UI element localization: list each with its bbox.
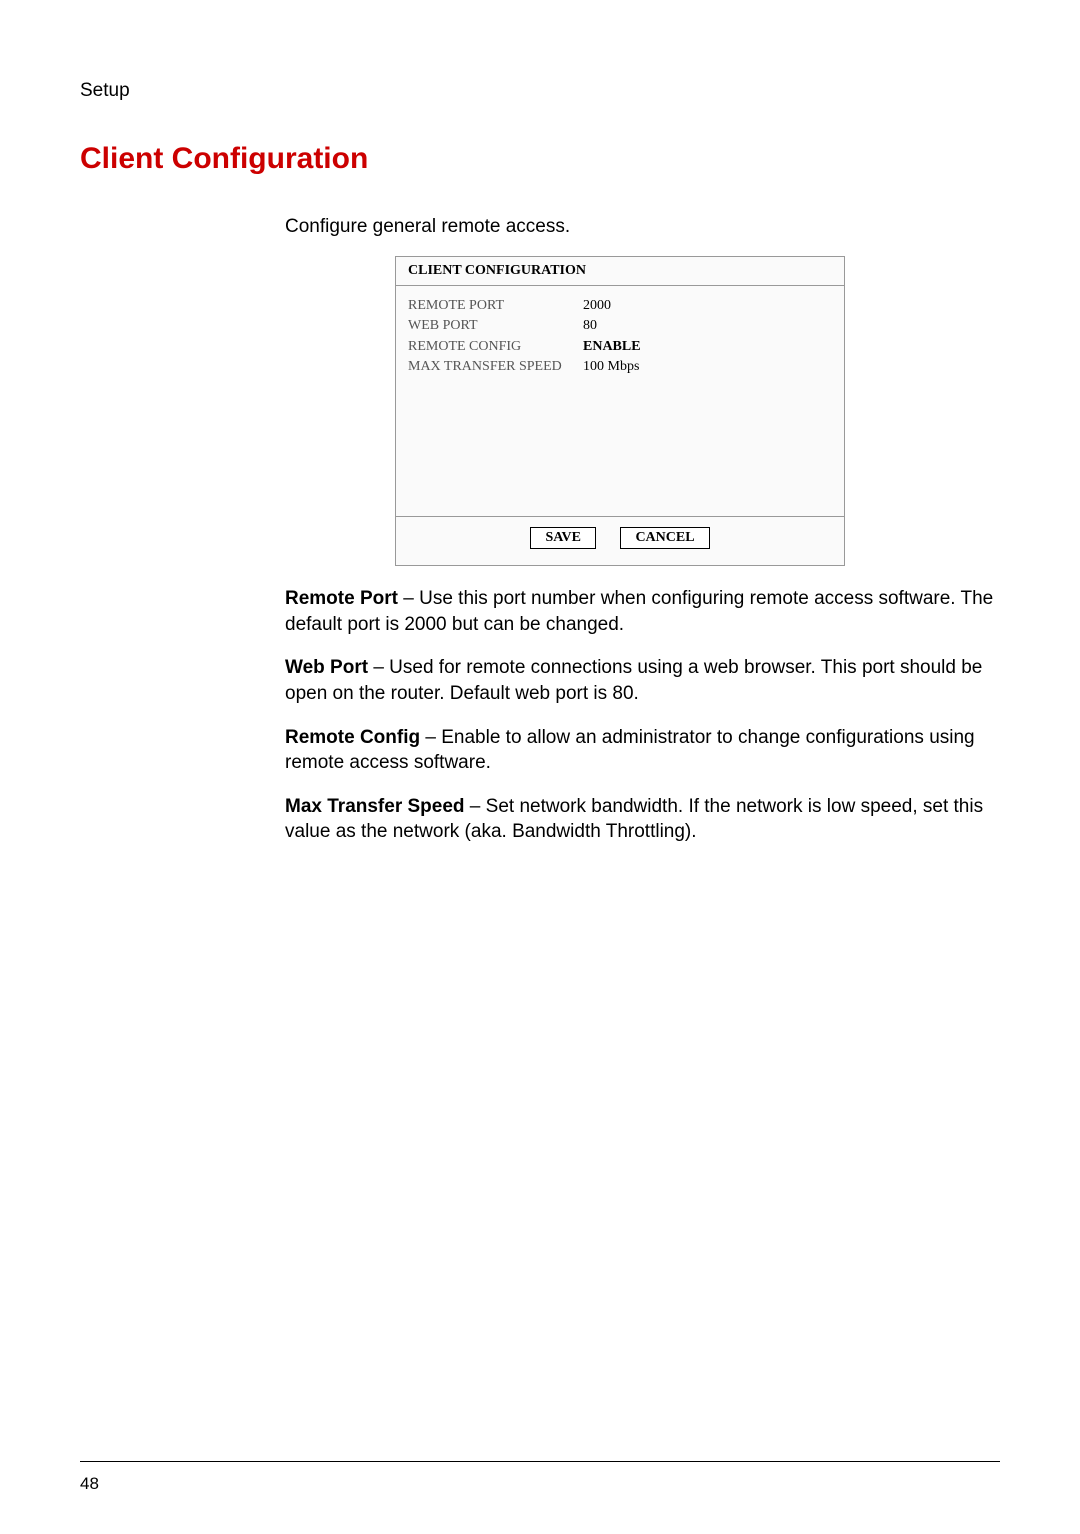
footer-divider [80, 1461, 1000, 1462]
dialog-row-max-transfer: MAX TRANSFER SPEED 100 Mbps [408, 357, 832, 377]
def-web-port: Web Port – Used for remote connections u… [285, 655, 1000, 706]
def-term: Remote Config [285, 727, 420, 748]
cancel-button[interactable]: CANCEL [620, 527, 709, 549]
dialog-title: CLIENT CONFIGURATION [396, 257, 844, 286]
def-term: Max Transfer Speed [285, 796, 465, 817]
definitions: Remote Port – Use this port number when … [285, 586, 1000, 845]
dialog-label: REMOTE PORT [408, 296, 583, 316]
dialog-label: MAX TRANSFER SPEED [408, 357, 583, 377]
save-button[interactable]: SAVE [530, 527, 596, 549]
footer: 48 [80, 1461, 1000, 1494]
def-remote-port: Remote Port – Use this port number when … [285, 586, 1000, 637]
def-max-transfer: Max Transfer Speed – Set network bandwid… [285, 794, 1000, 845]
dialog-row-remote-config: REMOTE CONFIG ENABLE [408, 337, 832, 357]
header-section: Setup [80, 80, 1000, 102]
def-term: Web Port [285, 657, 368, 678]
dialog-body: REMOTE PORT 2000 WEB PORT 80 REMOTE CONF… [396, 286, 844, 517]
def-remote-config: Remote Config – Enable to allow an admin… [285, 725, 1000, 776]
dialog-label: WEB PORT [408, 316, 583, 336]
dialog-value[interactable]: 80 [583, 316, 597, 336]
dialog-value[interactable]: ENABLE [583, 337, 641, 357]
client-config-dialog: CLIENT CONFIGURATION REMOTE PORT 2000 WE… [395, 256, 845, 566]
def-term: Remote Port [285, 588, 398, 609]
page-number: 48 [80, 1474, 1000, 1494]
dialog-buttons: SAVE CANCEL [396, 517, 844, 565]
def-text: – Used for remote connections using a we… [285, 657, 982, 704]
dialog-label: REMOTE CONFIG [408, 337, 583, 357]
dialog-value[interactable]: 100 Mbps [583, 357, 639, 377]
dialog-row-web-port: WEB PORT 80 [408, 316, 832, 336]
dialog-row-remote-port: REMOTE PORT 2000 [408, 296, 832, 316]
intro-text: Configure general remote access. [285, 216, 1000, 238]
page-title: Client Configuration [80, 142, 1000, 176]
dialog-value[interactable]: 2000 [583, 296, 611, 316]
